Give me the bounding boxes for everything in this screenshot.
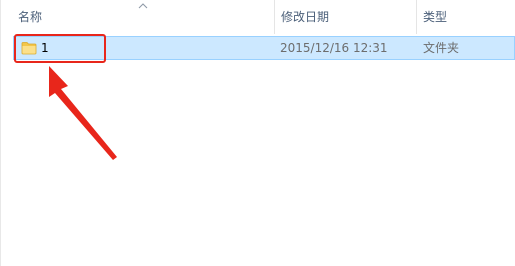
- column-header-name[interactable]: 名称: [12, 0, 274, 34]
- annotation-highlight-box: [14, 34, 106, 63]
- file-date-modified: 2015/12/16 12:31: [280, 41, 388, 55]
- file-explorer-view: 名称 修改日期 类型 1 2015/12/16 12:31 文件夹: [0, 0, 515, 266]
- column-header-type[interactable]: 类型: [416, 0, 515, 34]
- file-type: 文件夹: [423, 41, 460, 55]
- column-header-date-modified[interactable]: 修改日期: [274, 0, 416, 34]
- column-header-bar: 名称 修改日期 类型: [0, 0, 515, 34]
- pane-left-border: [0, 0, 1, 266]
